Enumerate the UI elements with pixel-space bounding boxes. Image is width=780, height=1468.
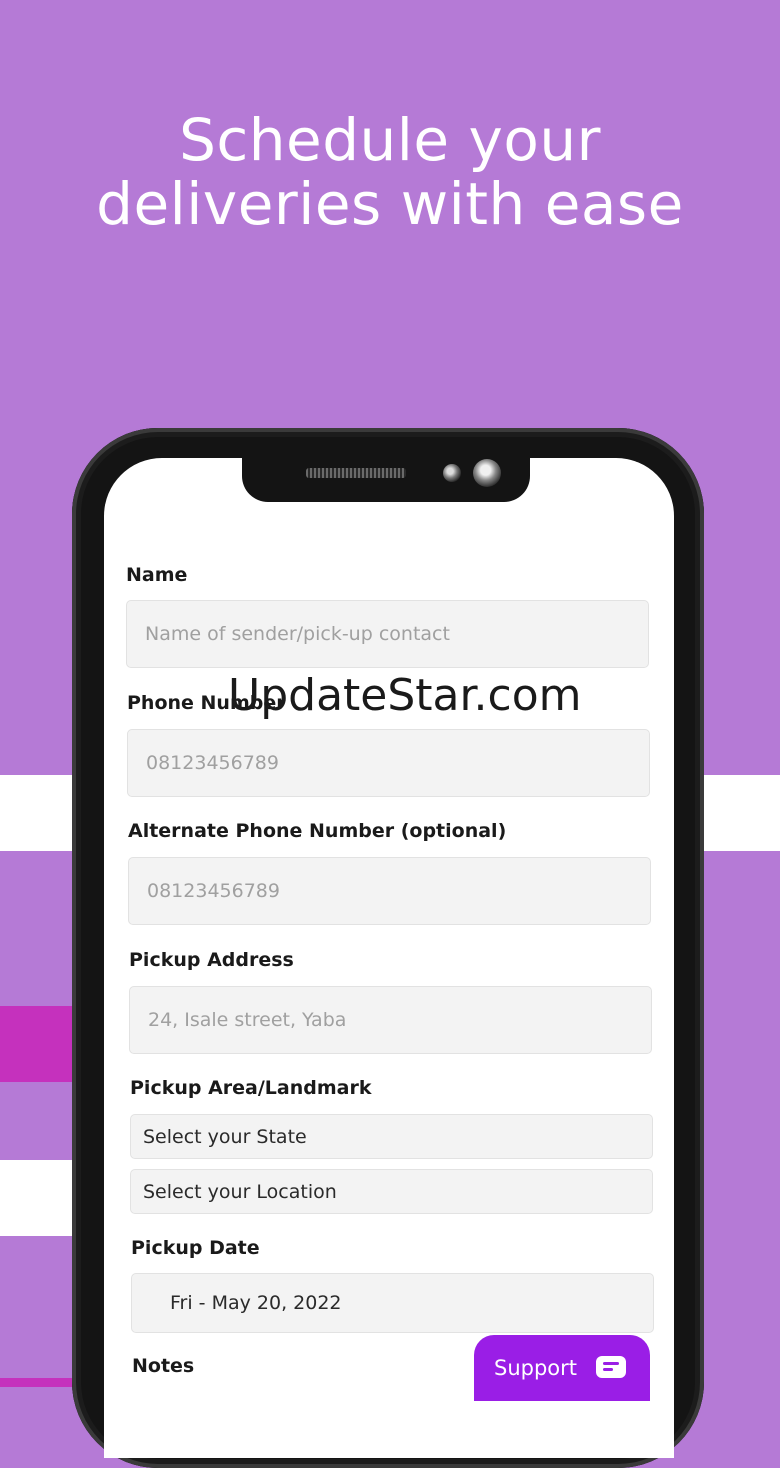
pickup-address-label: Pickup Address	[129, 949, 294, 971]
phone-input[interactable]: 08123456789	[127, 729, 650, 797]
state-select[interactable]: Select your State	[130, 1114, 653, 1159]
headline-line-1: Schedule your	[179, 106, 601, 174]
notes-label: Notes	[132, 1355, 195, 1377]
pickup-date-label: Pickup Date	[131, 1237, 260, 1259]
pickup-date-input[interactable]: Fri - May 20, 2022	[131, 1273, 654, 1333]
headline-line-2: deliveries with ease	[96, 170, 684, 238]
alt-phone-label: Alternate Phone Number (optional)	[128, 820, 507, 842]
name-input[interactable]: Name of sender/pick-up contact	[126, 600, 649, 668]
pickup-area-label: Pickup Area/Landmark	[130, 1077, 372, 1099]
pickup-address-input[interactable]: 24, Isale street, Yaba	[129, 986, 652, 1054]
camera-lens-icon	[473, 459, 501, 487]
chat-icon[interactable]	[596, 1356, 626, 1378]
camera-sensor-icon	[443, 464, 461, 482]
watermark-text: UpdateStar.com	[228, 670, 582, 721]
alt-phone-input[interactable]: 08123456789	[128, 857, 651, 925]
location-select[interactable]: Select your Location	[130, 1169, 653, 1214]
support-label: Support	[494, 1356, 578, 1380]
speaker-grille-icon	[306, 468, 406, 478]
name-label: Name	[126, 564, 188, 586]
headline: Schedule your deliveries with ease	[0, 108, 780, 236]
